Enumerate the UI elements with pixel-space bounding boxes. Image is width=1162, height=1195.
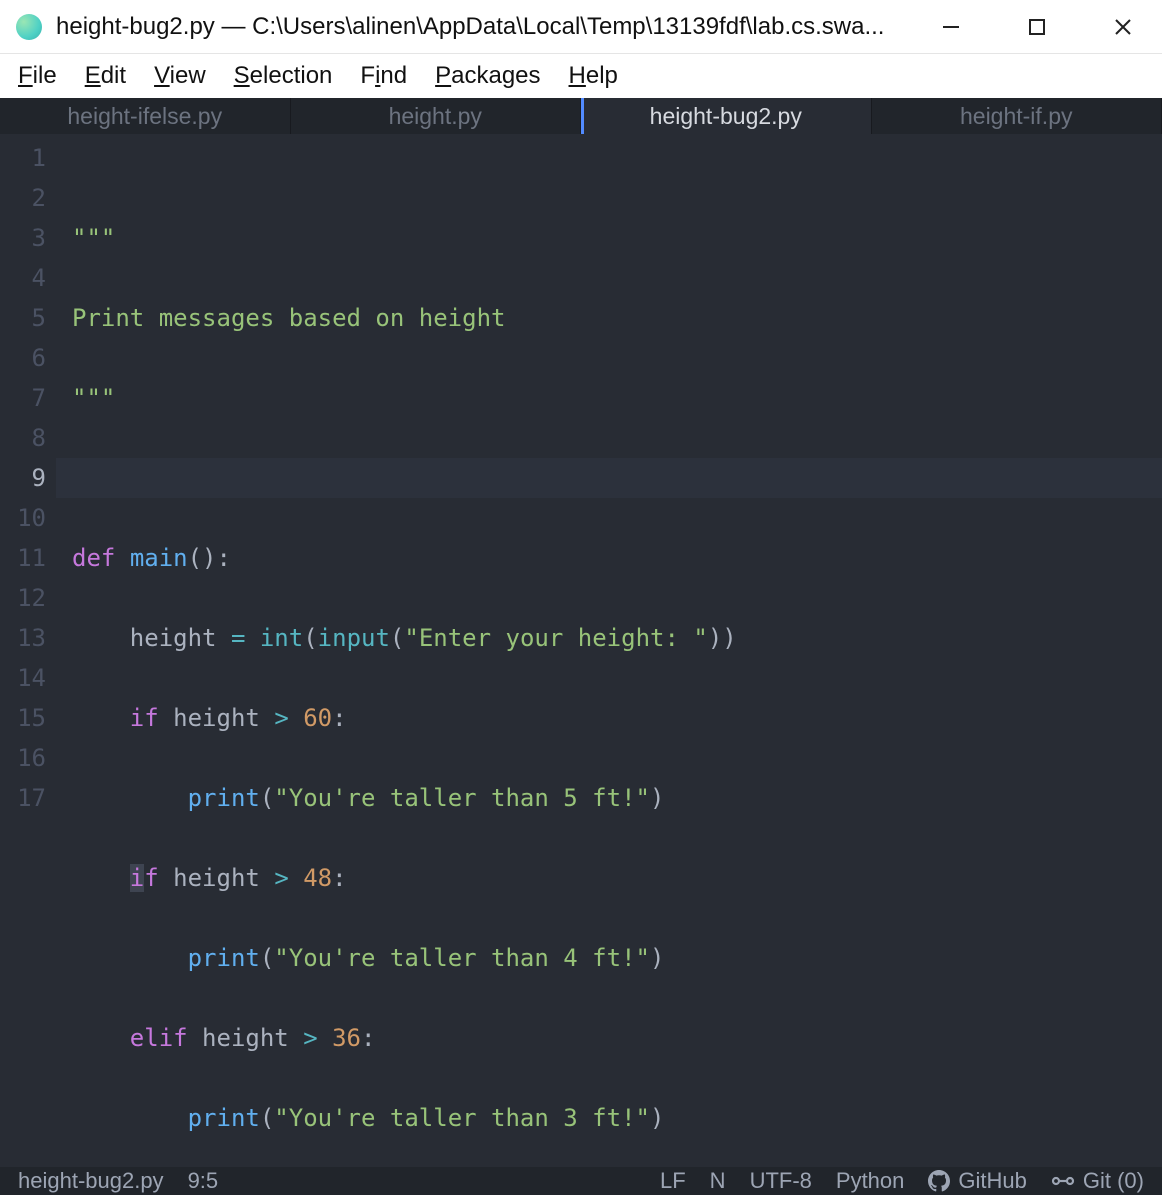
code-token: height (173, 704, 260, 732)
code-token: input (318, 624, 390, 652)
status-encoding[interactable]: UTF-8 (750, 1168, 812, 1194)
status-cursor-position[interactable]: 9:5 (188, 1168, 219, 1194)
code-token: elif (130, 1024, 188, 1052)
line-number: 5 (0, 298, 56, 338)
status-github[interactable]: GitHub (928, 1168, 1026, 1194)
code-token: print (188, 784, 260, 812)
line-number: 12 (0, 578, 56, 618)
code-token: def (72, 544, 115, 572)
code-token: """ (72, 224, 115, 252)
code-token: Print messages based on height (72, 304, 505, 332)
line-number: 7 (0, 378, 56, 418)
code-token: "You're taller than 5 ft!" (274, 784, 650, 812)
window-titlebar: height-bug2.py — C:\Users\alinen\AppData… (0, 0, 1162, 54)
code-token: height (130, 624, 217, 652)
editor-pane: height-ifelse.py height.py height-bug2.p… (0, 98, 1162, 1195)
tab-label: height-if.py (960, 103, 1073, 130)
code-token: f (144, 864, 158, 892)
line-number: 3 (0, 218, 56, 258)
tab-height-if[interactable]: height-if.py (872, 98, 1162, 134)
menu-packages[interactable]: Packages (435, 62, 540, 90)
code-token: "You're taller than 4 ft!" (274, 944, 650, 972)
line-number: 6 (0, 338, 56, 378)
status-git-label: Git (0) (1083, 1168, 1144, 1194)
line-number: 14 (0, 658, 56, 698)
line-number: 15 (0, 698, 56, 738)
git-branch-icon (1051, 1170, 1075, 1192)
code-token: 36 (332, 1024, 361, 1052)
status-github-label: GitHub (958, 1168, 1026, 1194)
minimize-button[interactable] (928, 4, 974, 50)
line-number: 9 (0, 458, 56, 498)
menu-find[interactable]: Find (360, 62, 407, 90)
menu-view[interactable]: View (154, 62, 206, 90)
tab-height-bug2[interactable]: height-bug2.py (581, 98, 872, 134)
menu-selection[interactable]: Selection (234, 62, 333, 90)
code-token: print (188, 944, 260, 972)
line-number: 16 (0, 738, 56, 778)
menu-help[interactable]: Help (569, 62, 618, 90)
status-wrap[interactable]: N (710, 1168, 726, 1194)
line-number: 1 (0, 138, 56, 178)
status-eol[interactable]: LF (660, 1168, 686, 1194)
line-number: 2 (0, 178, 56, 218)
tab-label: height-ifelse.py (67, 103, 222, 130)
line-number: 17 (0, 778, 56, 818)
code-token: = (231, 624, 245, 652)
menu-file[interactable]: File (18, 62, 57, 90)
code-token: 60 (303, 704, 332, 732)
atom-app-icon (16, 14, 42, 40)
line-number-gutter: 1 2 3 4 5 6 7 8 9 10 11 12 13 14 15 16 1… (0, 134, 56, 1167)
code-content[interactable]: """ Print messages based on height """ d… (56, 134, 1162, 1167)
window-title: height-bug2.py — C:\Users\alinen\AppData… (56, 13, 918, 41)
tab-label: height-bug2.py (650, 103, 802, 130)
window-controls (918, 4, 1156, 50)
status-git[interactable]: Git (0) (1051, 1168, 1144, 1194)
code-token: "Enter your height: " (404, 624, 707, 652)
code-token: > (274, 864, 288, 892)
code-token: int (260, 624, 303, 652)
github-icon (928, 1170, 950, 1192)
line-number: 10 (0, 498, 56, 538)
code-token: "You're taller than 3 ft!" (274, 1104, 650, 1132)
tab-height[interactable]: height.py (291, 98, 582, 134)
tab-bar: height-ifelse.py height.py height-bug2.p… (0, 98, 1162, 134)
code-token: > (274, 704, 288, 732)
code-token: main (130, 544, 188, 572)
code-token: print (188, 1104, 260, 1132)
line-number: 11 (0, 538, 56, 578)
status-language[interactable]: Python (836, 1168, 905, 1194)
code-token: height (202, 1024, 289, 1052)
code-token: > (303, 1024, 317, 1052)
line-number: 4 (0, 258, 56, 298)
code-token: 48 (303, 864, 332, 892)
code-token: """ (72, 384, 115, 412)
status-filename[interactable]: height-bug2.py (18, 1168, 164, 1194)
menu-edit[interactable]: Edit (85, 62, 126, 90)
status-bar: height-bug2.py 9:5 LF N UTF-8 Python Git… (0, 1167, 1162, 1195)
close-button[interactable] (1100, 4, 1146, 50)
code-token: if (130, 704, 159, 732)
line-number: 8 (0, 418, 56, 458)
code-token: height (173, 864, 260, 892)
tab-height-ifelse[interactable]: height-ifelse.py (0, 98, 291, 134)
menu-bar: File Edit View Selection Find Packages H… (0, 54, 1162, 98)
code-editor[interactable]: 1 2 3 4 5 6 7 8 9 10 11 12 13 14 15 16 1… (0, 134, 1162, 1167)
maximize-button[interactable] (1014, 4, 1060, 50)
tab-label: height.py (389, 103, 482, 130)
line-number: 13 (0, 618, 56, 658)
selection: i (130, 864, 144, 892)
